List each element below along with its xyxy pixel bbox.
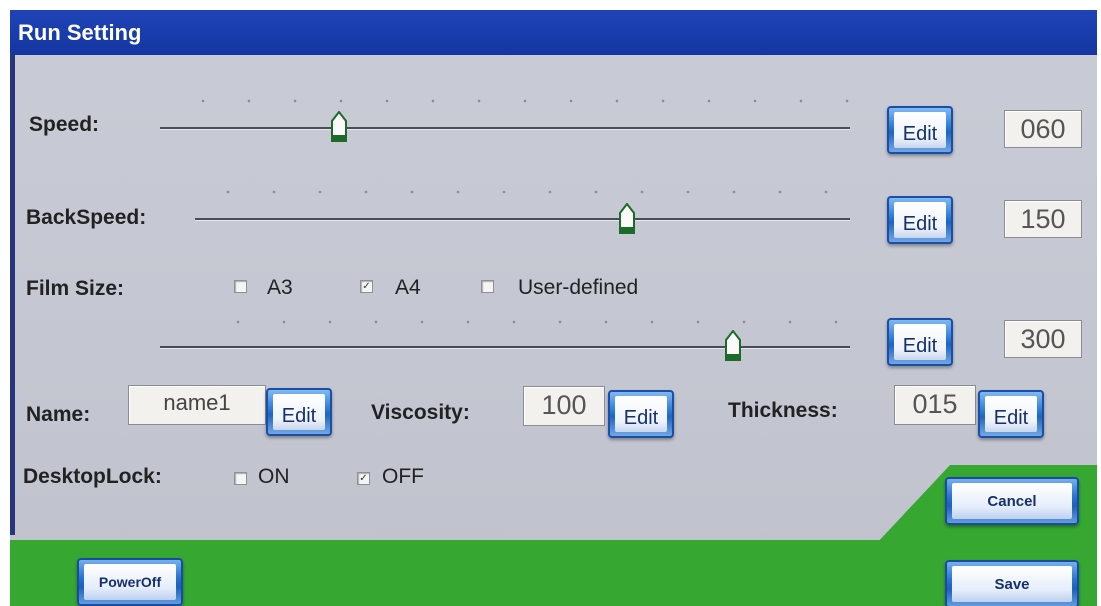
name-label: Name: [26,403,91,426]
save-button-label: Save [994,576,1030,593]
speed-slider-ticks [180,99,850,103]
film-size-slider[interactable] [160,315,850,365]
speed-edit-button[interactable]: Edit [887,106,953,154]
film-size-edit-label: Edit [902,335,938,357]
film-size-slider-ticks [215,320,850,324]
desktop-lock-on-label: ON [258,465,290,488]
thickness-field[interactable]: 015 [894,385,976,425]
window-title: Run Setting [18,20,142,45]
viscosity-edit-button[interactable]: Edit [608,390,674,438]
backspeed-slider-track [195,218,850,220]
speed-label: Speed: [29,113,100,136]
left-edge-decoration [10,55,15,535]
screen: Run Setting Speed: Edit 060 BackSpeed: E… [0,0,1101,606]
backspeed-edit-button[interactable]: Edit [887,196,953,244]
backspeed-slider[interactable] [195,185,850,237]
speed-slider[interactable] [160,95,850,145]
backspeed-slider-thumb[interactable] [618,203,636,235]
film-size-user-defined-checkbox[interactable] [481,280,494,293]
backspeed-value: 150 [1004,200,1082,238]
thickness-label: Thickness: [728,399,838,422]
backspeed-slider-ticks [205,190,850,194]
film-size-a3-checkbox[interactable] [234,280,247,293]
viscosity-edit-label: Edit [623,407,659,429]
speed-slider-track [160,127,850,129]
thickness-edit-button[interactable]: Edit [978,390,1044,438]
desktop-lock-label: DesktopLock: [23,465,162,488]
film-size-a3-label: A3 [267,276,293,299]
run-setting-panel: Run Setting Speed: Edit 060 BackSpeed: E… [10,10,1097,606]
speed-value: 060 [1004,110,1082,148]
power-off-button-label: PowerOff [98,574,162,590]
backspeed-edit-label: Edit [902,213,938,235]
desktop-lock-off-checkbox[interactable]: ✓ [357,472,370,485]
film-size-label: Film Size: [26,277,125,300]
cancel-button[interactable]: Cancel [945,477,1079,525]
thickness-edit-label: Edit [993,407,1029,429]
desktop-lock-off-label: OFF [382,465,424,488]
film-size-user-defined-label: User-defined [518,276,639,299]
name-edit-label: Edit [281,405,317,427]
film-size-edit-button[interactable]: Edit [887,318,953,366]
speed-slider-thumb[interactable] [330,111,348,143]
backspeed-label: BackSpeed: [26,206,147,229]
film-size-slider-track [160,346,850,348]
film-size-slider-thumb[interactable] [724,330,742,362]
name-edit-button[interactable]: Edit [266,388,332,436]
speed-edit-label: Edit [902,123,938,145]
cancel-button-label: Cancel [987,493,1037,510]
save-button[interactable]: Save [945,560,1079,606]
film-size-a4-checkbox[interactable]: ✓ [360,280,373,293]
name-field[interactable]: name1 [128,385,266,425]
title-bar: Run Setting [10,10,1097,55]
power-off-button[interactable]: PowerOff [77,558,183,606]
film-size-value: 300 [1004,320,1082,358]
viscosity-label: Viscosity: [371,401,470,424]
desktop-lock-on-checkbox[interactable] [234,472,247,485]
viscosity-field[interactable]: 100 [523,386,605,426]
film-size-a4-label: A4 [395,276,421,299]
